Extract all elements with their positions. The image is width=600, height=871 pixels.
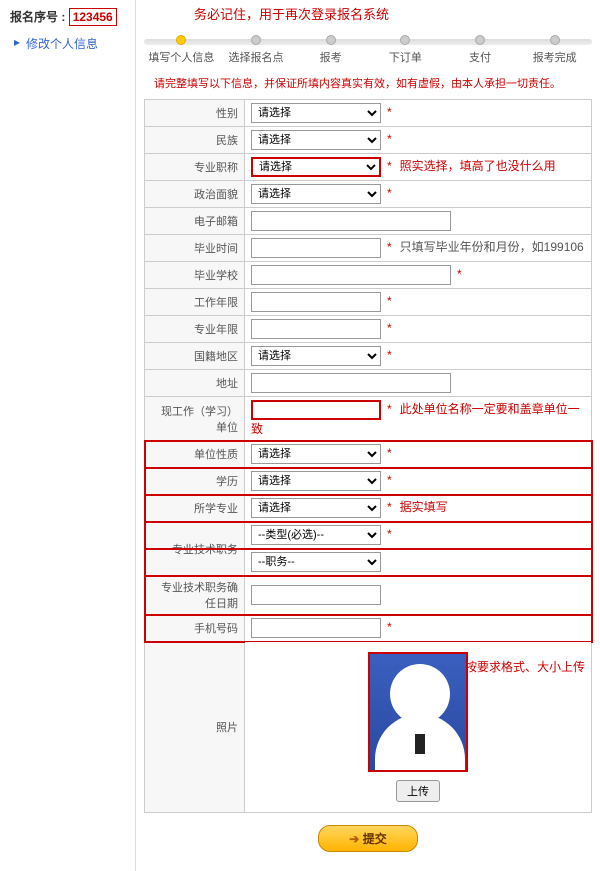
- step-5: 支付: [443, 35, 518, 65]
- step-3: 报考: [293, 35, 368, 65]
- sidebar: 报名序号 : 123456 修改个人信息: [0, 0, 135, 871]
- warning-text: 请完整填写以下信息，并保证所填内容真实有效，如有虚假，由本人承担一切责任。: [144, 71, 592, 99]
- proyears-input[interactable]: [251, 319, 381, 339]
- step-2: 选择报名点: [219, 35, 294, 65]
- label-unittype: 单位性质: [145, 441, 245, 468]
- label-ethnic: 民族: [145, 127, 245, 154]
- note-fill: 据实填写: [400, 500, 448, 514]
- label-gender: 性别: [145, 100, 245, 127]
- education-select[interactable]: 请选择: [251, 471, 381, 491]
- techjob-select[interactable]: --职务--: [251, 552, 381, 572]
- label-photo: 照片: [145, 642, 245, 813]
- label-title: 专业职称: [145, 154, 245, 181]
- address-input[interactable]: [251, 373, 451, 393]
- email-input[interactable]: [251, 211, 451, 231]
- form-table: 性别 请选择* 民族 请选择* 专业职称 请选择*照实选择，填高了也没什么用 政…: [144, 99, 592, 813]
- major-select[interactable]: 请选择: [251, 498, 381, 518]
- gradtime-input[interactable]: [251, 238, 381, 258]
- mobile-input[interactable]: [251, 618, 381, 638]
- reg-num-label: 报名序号 :: [10, 10, 65, 24]
- reg-num-value: 123456: [69, 8, 117, 26]
- unittype-select[interactable]: 请选择: [251, 444, 381, 464]
- label-techposition: 专业技术职务: [145, 522, 245, 576]
- label-proyears: 专业年限: [145, 316, 245, 343]
- label-gradschool: 毕业学校: [145, 262, 245, 289]
- nationality-select[interactable]: 请选择: [251, 346, 381, 366]
- submit-button[interactable]: 提交: [318, 825, 417, 852]
- label-political: 政治面貌: [145, 181, 245, 208]
- label-workyears: 工作年限: [145, 289, 245, 316]
- label-techdate: 专业技术职务确任日期: [145, 576, 245, 615]
- label-major: 所学专业: [145, 495, 245, 522]
- step-4: 下订单: [368, 35, 443, 65]
- label-address: 地址: [145, 370, 245, 397]
- top-reminder: 务必记住，用于再次登录报名系统: [144, 0, 592, 29]
- label-email: 电子邮箱: [145, 208, 245, 235]
- label-nationality: 国籍地区: [145, 343, 245, 370]
- upload-button[interactable]: 上传: [396, 780, 440, 802]
- label-workunit: 现工作（学习）单位: [145, 397, 245, 441]
- techdate-input[interactable]: [251, 585, 381, 605]
- ethnic-select[interactable]: 请选择: [251, 130, 381, 150]
- title-select[interactable]: 请选择: [251, 157, 381, 177]
- sidebar-item-edit[interactable]: 修改个人信息: [10, 35, 125, 52]
- label-education: 学历: [145, 468, 245, 495]
- workyears-input[interactable]: [251, 292, 381, 312]
- registration-number: 报名序号 : 123456: [10, 8, 125, 25]
- main-content: 务必记住，用于再次登录报名系统 填写个人信息 选择报名点 报考 下订单 支付 报…: [135, 0, 600, 871]
- note-title: 照实选择，填高了也没什么用: [400, 159, 556, 173]
- step-bar: 填写个人信息 选择报名点 报考 下订单 支付 报考完成: [144, 29, 592, 71]
- label-gradtime: 毕业时间: [145, 235, 245, 262]
- workunit-input[interactable]: [251, 400, 381, 420]
- gender-select[interactable]: 请选择: [251, 103, 381, 123]
- step-6: 报考完成: [517, 35, 592, 65]
- photo-preview: [368, 652, 468, 772]
- submit-row: 提交: [144, 813, 592, 856]
- gradschool-input[interactable]: [251, 265, 451, 285]
- edit-info-link[interactable]: 修改个人信息: [26, 37, 98, 51]
- step-1: 填写个人信息: [144, 35, 219, 65]
- political-select[interactable]: 请选择: [251, 184, 381, 204]
- label-mobile: 手机号码: [145, 615, 245, 642]
- techtype-select[interactable]: --类型(必选)--: [251, 525, 381, 545]
- note-gradtime: 只填写毕业年份和月份，如199106: [400, 240, 584, 254]
